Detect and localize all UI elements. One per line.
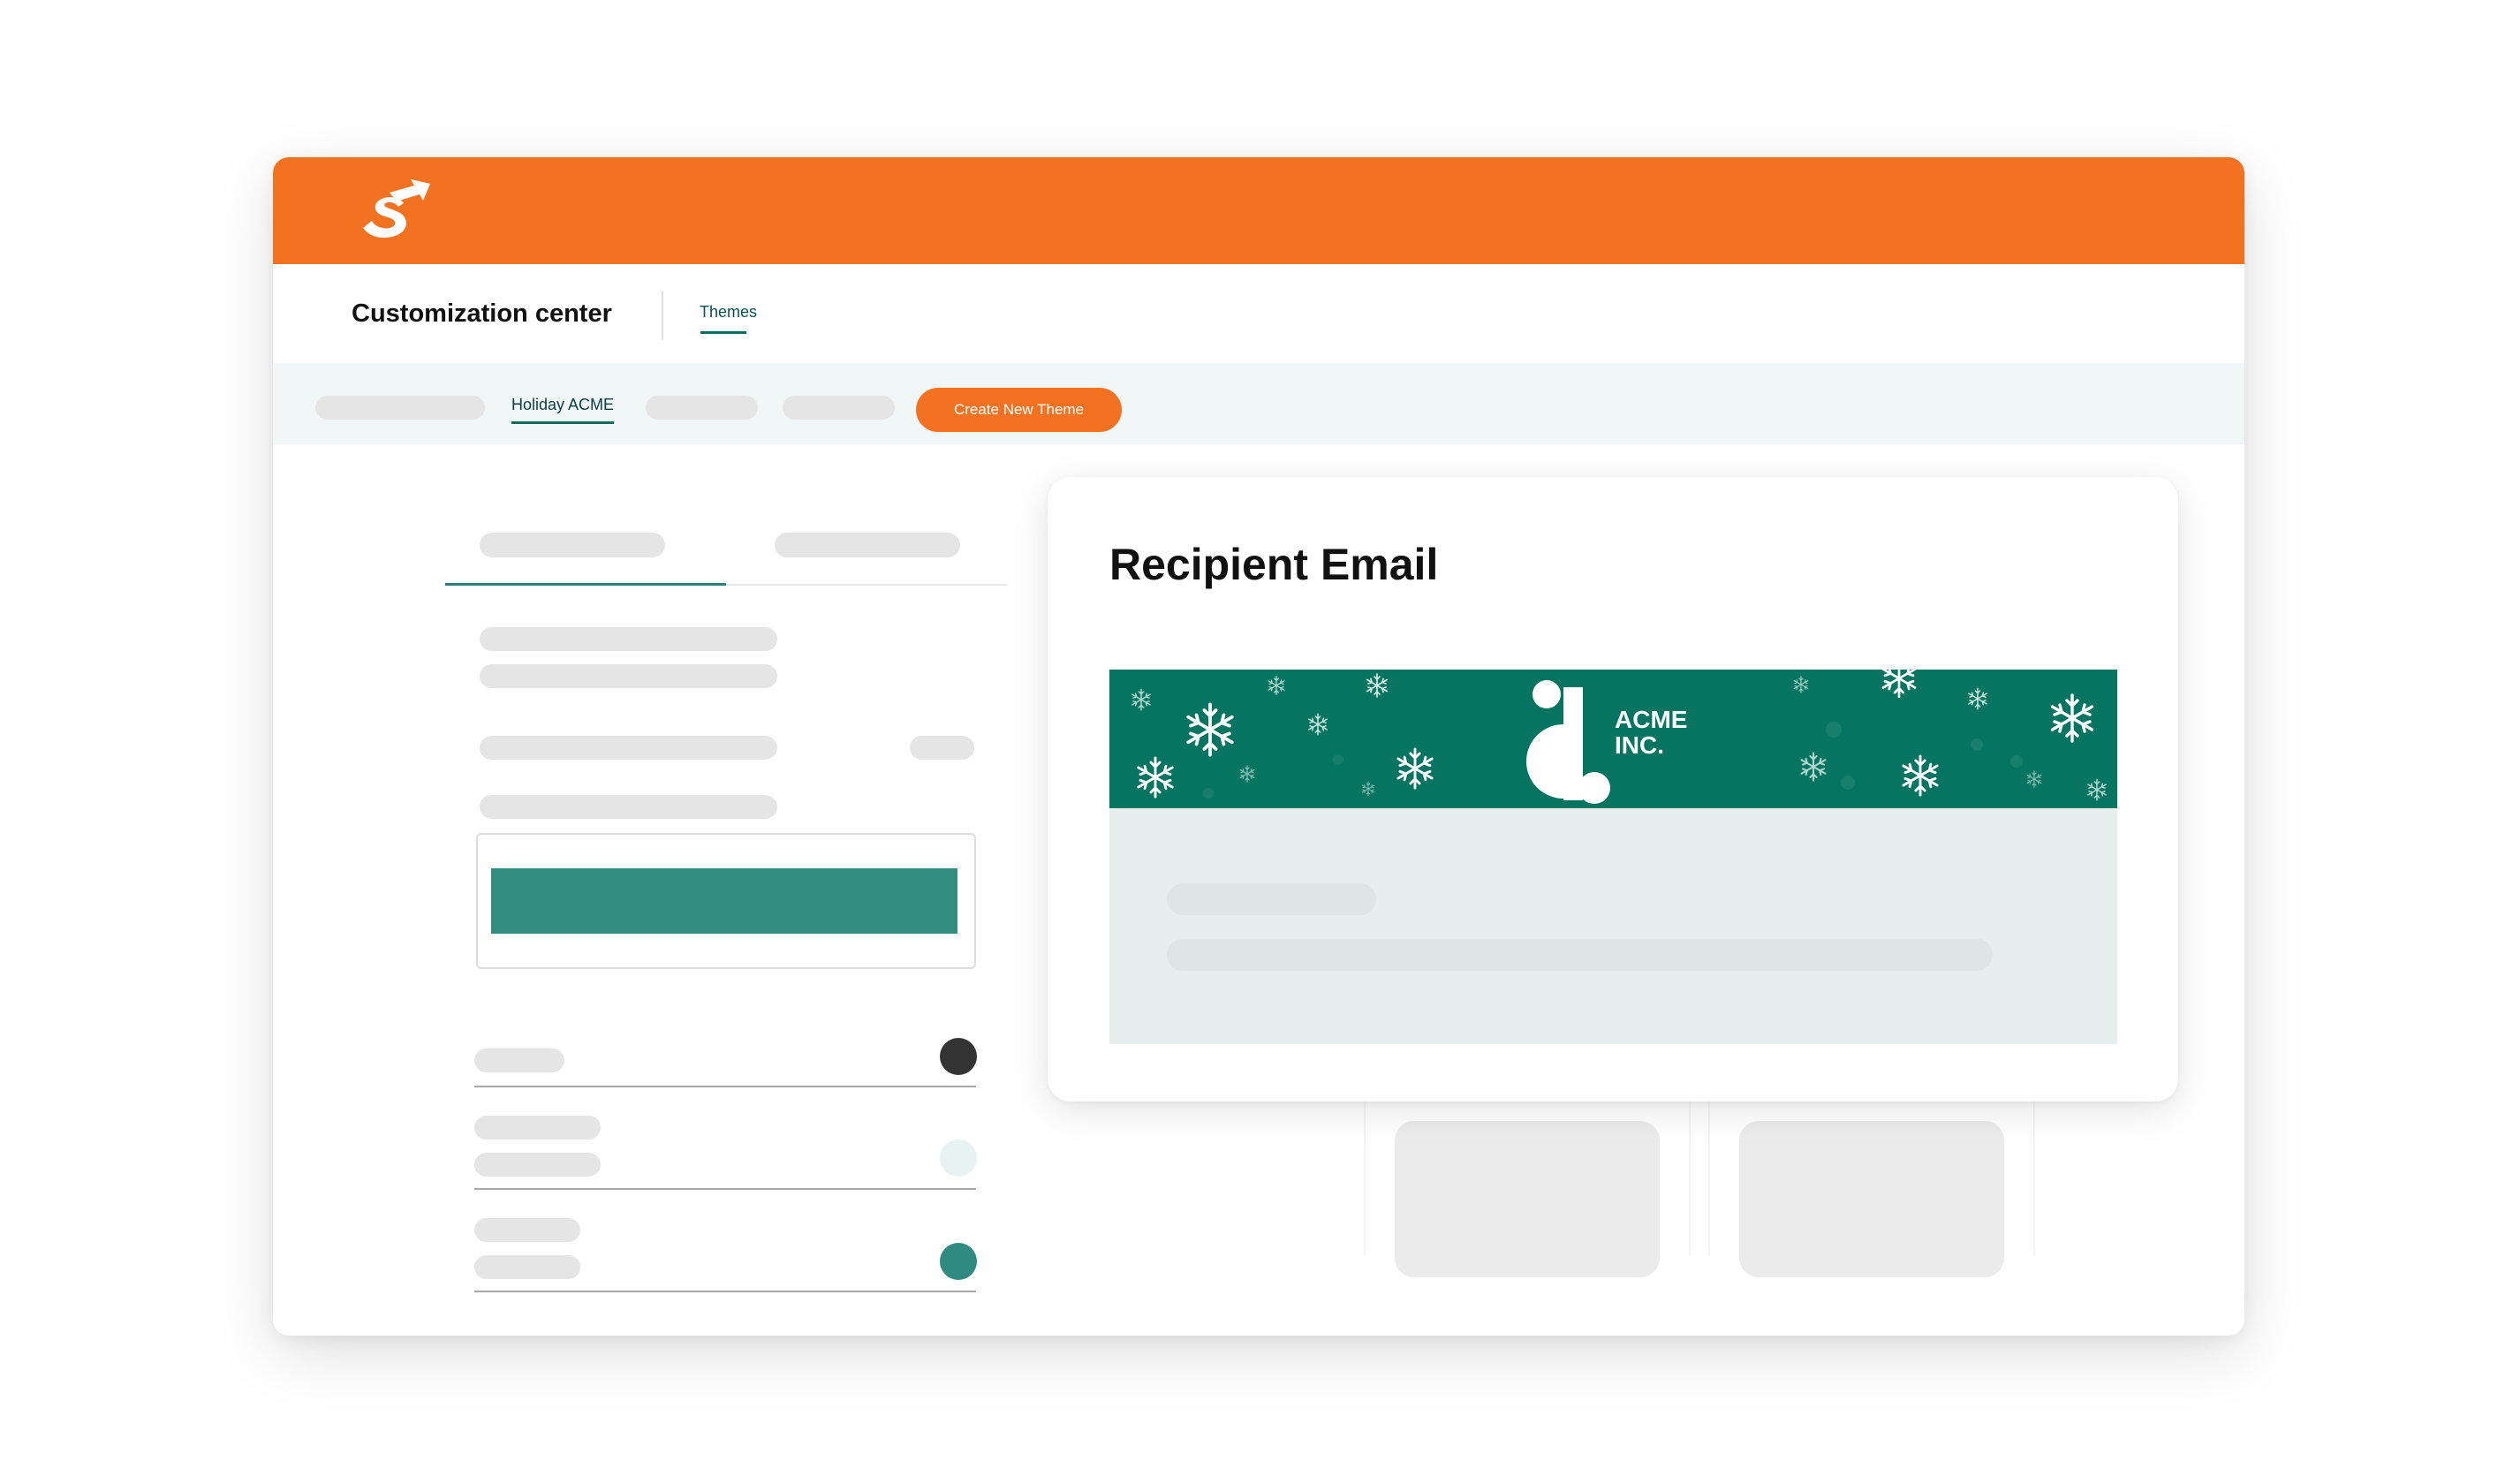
settings-tab-placeholder[interactable] (480, 533, 665, 557)
theme-tab-placeholder[interactable] (783, 396, 895, 420)
setting-label-placeholder (474, 1255, 580, 1279)
email-body (1109, 808, 2117, 1044)
background-column-divider (1364, 1102, 1366, 1256)
settings-tab-placeholder[interactable] (775, 533, 960, 557)
value-placeholder (910, 736, 974, 760)
recipient-email-preview: Recipient Email ACME INC. (1048, 477, 2178, 1102)
background-column-divider (1708, 1102, 1710, 1256)
acme-logo-text-line1: ACME (1615, 706, 1687, 733)
primary-color-preview (491, 868, 957, 934)
setting-row-divider (474, 1086, 976, 1087)
template-card-placeholder[interactable] (1739, 1121, 2004, 1277)
text-placeholder (480, 795, 777, 819)
brand-logo-icon[interactable] (358, 177, 437, 247)
color-swatch[interactable] (940, 1038, 977, 1075)
color-swatch[interactable] (940, 1243, 977, 1280)
setting-row-divider (474, 1188, 976, 1190)
acme-logo-text-line2: INC. (1615, 731, 1664, 759)
app-window: Customization center Themes Holiday ACME… (273, 157, 2244, 1336)
theme-settings-panel (273, 444, 1050, 1336)
setting-label-placeholder (474, 1049, 564, 1072)
setting-label-placeholder (474, 1218, 580, 1242)
text-placeholder (480, 736, 777, 760)
background-column-divider (1689, 1102, 1691, 1256)
acme-logo-icon: ACME INC. (1526, 680, 1687, 804)
page-header: Customization center Themes (273, 264, 2244, 363)
email-header-banner: ACME INC. (1109, 670, 2117, 808)
theme-tab-holiday-acme[interactable]: Holiday ACME (511, 396, 614, 414)
page-title: Customization center (352, 299, 612, 328)
header-divider (662, 291, 663, 340)
template-card-placeholder[interactable] (1395, 1121, 1660, 1277)
setting-label-placeholder (474, 1153, 601, 1177)
setting-label-placeholder (474, 1116, 601, 1140)
color-swatch[interactable] (940, 1140, 977, 1177)
theme-tab-placeholder[interactable] (646, 396, 758, 420)
text-placeholder (480, 664, 777, 688)
setting-row-divider (474, 1291, 976, 1292)
background-column-divider (2033, 1102, 2035, 1256)
top-navigation-bar (273, 157, 2244, 264)
tab-themes-underline (700, 331, 746, 334)
tab-themes[interactable]: Themes (700, 303, 757, 322)
preview-title: Recipient Email (1109, 540, 1439, 589)
theme-tab-placeholder[interactable] (315, 396, 485, 420)
email-text-placeholder (1167, 939, 1993, 971)
theme-selector-bar: Holiday ACME Create New Theme (273, 363, 2244, 444)
settings-tab-active-indicator (445, 583, 726, 586)
email-text-placeholder (1167, 883, 1376, 915)
text-placeholder (480, 627, 777, 651)
create-new-theme-button[interactable]: Create New Theme (916, 388, 1122, 432)
theme-tab-underline (511, 421, 614, 424)
primary-color-field[interactable] (476, 833, 976, 969)
